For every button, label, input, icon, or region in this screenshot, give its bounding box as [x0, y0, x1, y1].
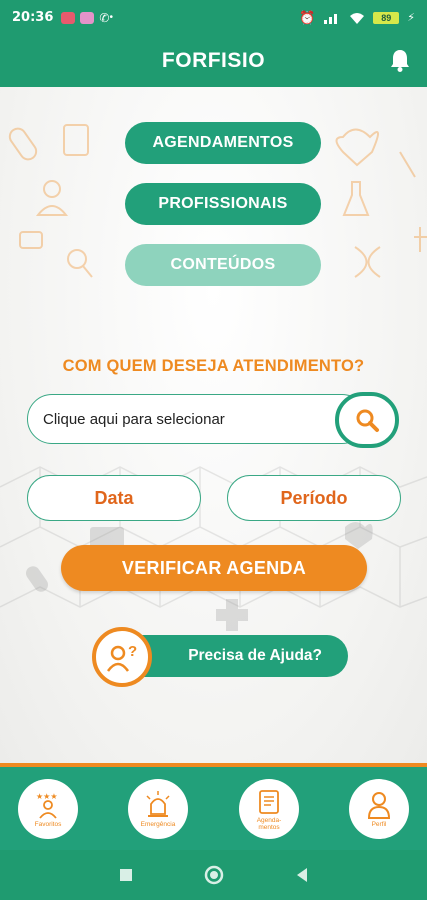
pill-capsule-icon: [8, 127, 38, 161]
conteudos-button[interactable]: CONTEÚDOS: [125, 244, 321, 286]
svg-text:★★★: ★★★: [36, 792, 58, 801]
dna-icon: [354, 246, 368, 278]
nav-label: Perfil: [371, 821, 387, 828]
bell-icon[interactable]: [389, 48, 411, 72]
charging-icon: ⚡: [407, 12, 415, 24]
recent-apps-icon[interactable]: [118, 865, 134, 885]
home-icon[interactable]: [203, 865, 225, 885]
help-person-question-icon: ?: [92, 627, 152, 687]
booking-question: COM QUEM DESEJA ATENDIMENTO?: [62, 357, 365, 375]
schedule-list-icon: [259, 789, 279, 814]
favorites-person-stars-icon: ★★★: [36, 792, 58, 819]
nav-label: Emergência: [140, 821, 176, 828]
notification-app-icon: [80, 11, 95, 24]
magnifier-icon: [67, 249, 87, 269]
svg-text:?: ?: [128, 643, 137, 660]
phone-icon: ✆: [99, 10, 110, 25]
period-field[interactable]: Período: [227, 475, 401, 521]
clipboard-icon: [63, 124, 89, 156]
search-button[interactable]: [335, 392, 399, 448]
nav-favorites[interactable]: ★★★ Favoritos: [18, 779, 78, 839]
notification-app-icon: [61, 11, 76, 24]
plus-icon: [414, 227, 427, 252]
search-icon: [356, 409, 379, 432]
nav-emergency[interactable]: Emergência: [128, 779, 188, 839]
bottom-navigation: ★★★ Favoritos Emergência Agenda-mentos P: [0, 763, 427, 850]
doctor-icon: [43, 180, 61, 198]
main-content: AGENDAMENTOS PROFISSIONAIS CONTEÚDOS COM…: [0, 87, 427, 763]
agendamentos-button[interactable]: AGENDAMENTOS: [125, 122, 321, 164]
date-field[interactable]: Data: [27, 475, 201, 521]
nav-appointments[interactable]: Agenda-mentos: [239, 779, 299, 839]
alarm-icon: ⏰: [299, 9, 316, 25]
professional-search: Clique aqui para selecionar: [27, 392, 399, 448]
battery-icon: 89: [373, 11, 400, 24]
wifi-icon: [350, 12, 365, 24]
syringe-icon: [399, 151, 416, 178]
profissionais-button[interactable]: PROFISSIONAIS: [125, 183, 321, 225]
status-bar: 20:36 ✆ • ⏰ 89 ⚡: [0, 0, 427, 35]
back-icon[interactable]: [294, 865, 310, 885]
flask-icon: [342, 181, 370, 216]
help-label: Precisa de Ajuda?: [122, 635, 348, 677]
nav-label: Favoritos: [34, 821, 62, 828]
system-navigation-bar: [0, 850, 427, 900]
signal-icon: [324, 13, 338, 24]
nav-profile[interactable]: Perfil: [349, 779, 409, 839]
status-time: 20:36: [12, 10, 54, 25]
first-aid-kit-icon: [19, 231, 43, 249]
verify-schedule-button[interactable]: VERIFICAR AGENDA: [61, 545, 367, 591]
app-header: FORFISIO: [0, 35, 427, 87]
help-button[interactable]: Precisa de Ajuda? ?: [92, 627, 348, 687]
heart-icon: [335, 128, 379, 167]
professional-select-input[interactable]: Clique aqui para selecionar: [27, 394, 367, 444]
more-dot-icon: •: [109, 12, 113, 23]
siren-icon: [146, 791, 170, 817]
nav-label: Agenda-mentos: [256, 816, 282, 831]
app-title: FORFISIO: [161, 49, 266, 72]
person-icon: [367, 792, 391, 819]
